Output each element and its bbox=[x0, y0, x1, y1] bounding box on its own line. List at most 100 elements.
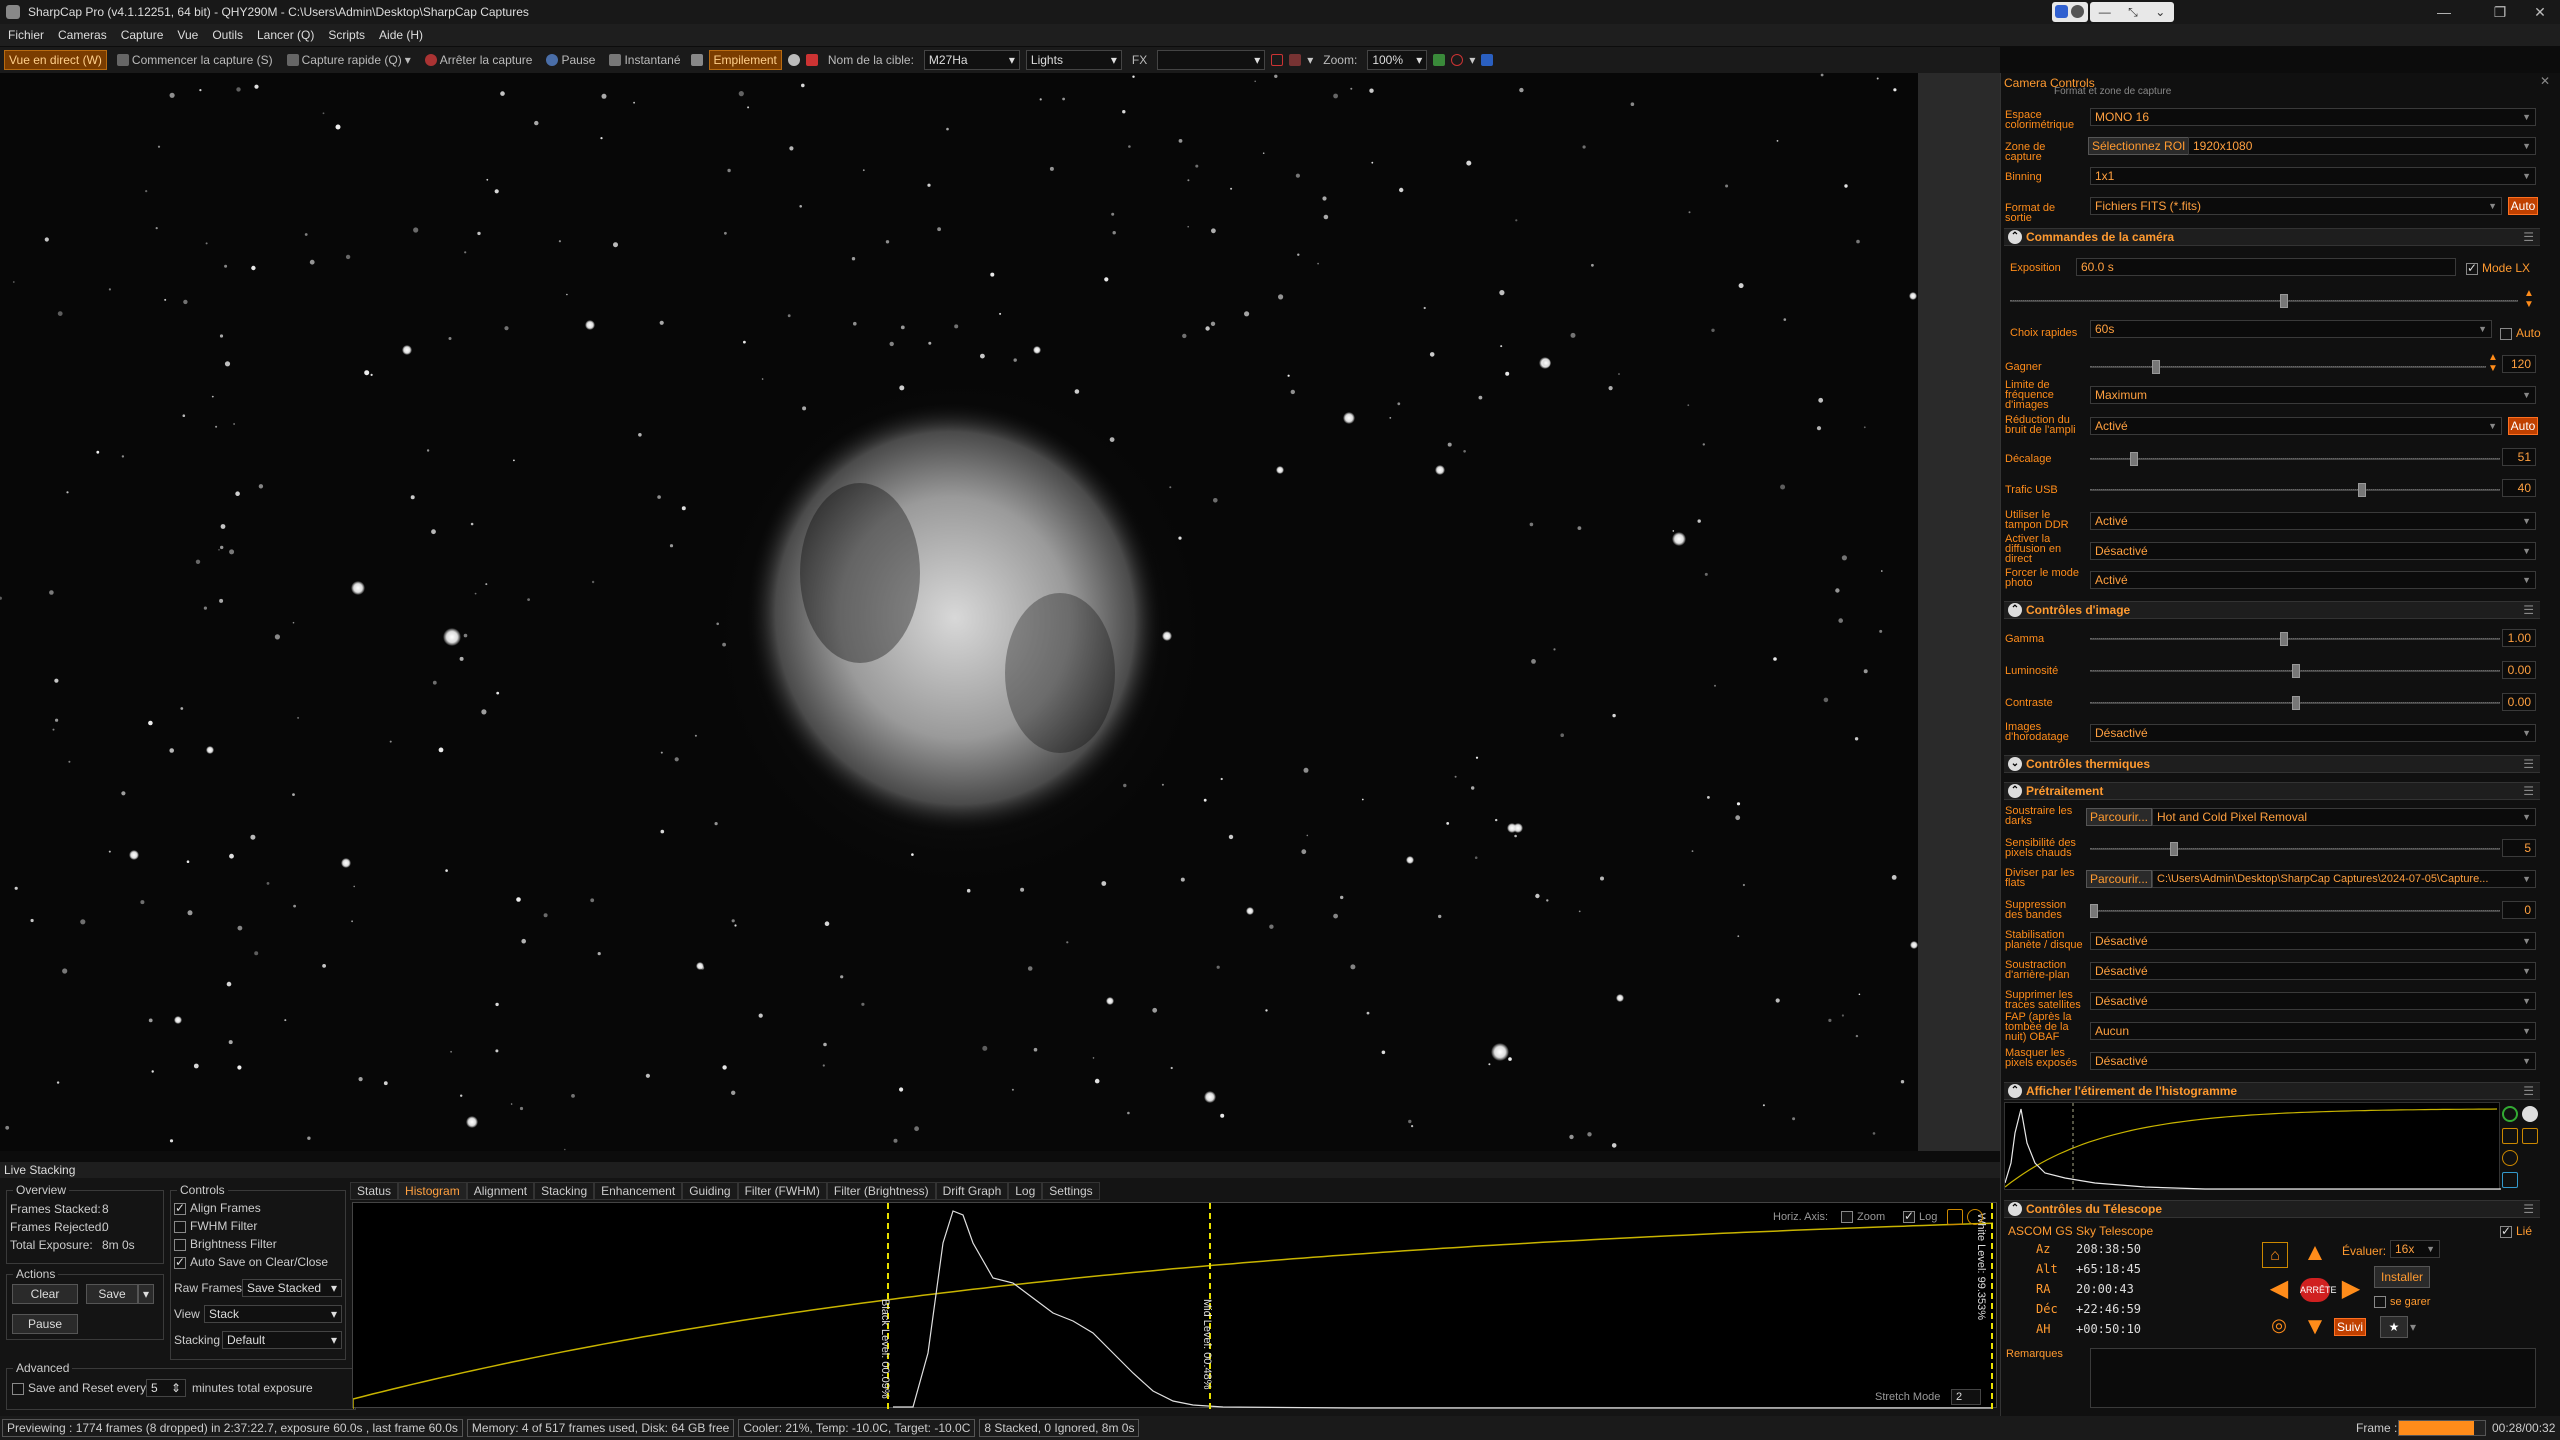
maximize-button[interactable]: ❐ bbox=[2480, 2, 2520, 22]
arrow-up-icon[interactable]: ▲ bbox=[2302, 1240, 2328, 1266]
quick-choices-select[interactable]: 60s ▼ bbox=[2090, 320, 2492, 338]
zoom-checkbox[interactable]: Zoom bbox=[1841, 1211, 1885, 1224]
section-thermal-controls[interactable]: ⌄ Contrôles thermiques ☰ bbox=[2004, 755, 2540, 773]
minimize-button[interactable]: — bbox=[2424, 2, 2464, 22]
histogram-icon[interactable] bbox=[1433, 54, 1446, 66]
save-icon[interactable] bbox=[2502, 1172, 2518, 1188]
menu-file[interactable]: Fichier bbox=[8, 28, 44, 42]
slider-thumb[interactable] bbox=[2358, 483, 2366, 497]
menu-scripts[interactable]: Scripts bbox=[328, 28, 365, 42]
mini-histogram[interactable] bbox=[2004, 1102, 2501, 1191]
arrow-left-icon[interactable]: ◀ bbox=[2266, 1276, 2292, 1302]
fap-select[interactable]: Aucun ▼ bbox=[2090, 1022, 2536, 1040]
home-icon[interactable]: ⌂ bbox=[2262, 1242, 2288, 1268]
section-camera-controls[interactable]: ⌃ Commandes de la caméra ☰ bbox=[2004, 228, 2540, 246]
live-stream-select[interactable]: Désactivé ▼ bbox=[2090, 542, 2536, 560]
arrow-down-icon[interactable]: ▼ bbox=[2302, 1314, 2328, 1340]
contrast-icon[interactable] bbox=[2522, 1106, 2538, 1122]
slider-thumb[interactable] bbox=[2280, 294, 2288, 308]
tab-stacking[interactable]: Stacking bbox=[534, 1182, 595, 1200]
save-button[interactable]: Save bbox=[86, 1284, 138, 1304]
gamma-slider[interactable] bbox=[2090, 632, 2500, 646]
zoom-select[interactable]: 100% ▾ bbox=[1367, 50, 1428, 70]
tray-icon[interactable] bbox=[2071, 5, 2084, 18]
tab-histogram[interactable]: Histogram bbox=[398, 1182, 467, 1200]
quick-capture-button[interactable]: Capture rapide (Q) ▾ bbox=[283, 51, 415, 69]
binning-select[interactable]: 1x1 ▼ bbox=[2090, 167, 2536, 185]
pause-button[interactable]: Pause bbox=[542, 51, 599, 69]
tab-enhancement[interactable]: Enhancement bbox=[594, 1182, 683, 1200]
banding-slider[interactable] bbox=[2090, 904, 2500, 918]
slider-thumb[interactable] bbox=[2292, 664, 2300, 678]
tab-filter-fwhm[interactable]: Filter (FWHM) bbox=[737, 1182, 827, 1200]
slider-thumb[interactable] bbox=[2130, 452, 2138, 466]
brightness-slider[interactable] bbox=[2090, 664, 2500, 678]
tab-log[interactable]: Log bbox=[1008, 1182, 1043, 1200]
section-preprocessing[interactable]: ⌃ Prétraitement ☰ bbox=[2004, 782, 2540, 800]
chevron-down-icon[interactable]: ▾ bbox=[405, 53, 411, 67]
tab-alignment[interactable]: Alignment bbox=[466, 1182, 535, 1200]
offset-slider[interactable] bbox=[2090, 452, 2500, 466]
reticle-icon[interactable] bbox=[1451, 54, 1464, 66]
brightness-filter-checkbox[interactable]: Brightness Filter bbox=[174, 1237, 277, 1251]
timestamp-select[interactable]: Désactivé ▼ bbox=[2090, 724, 2536, 742]
menu-cameras[interactable]: Cameras bbox=[58, 28, 107, 42]
chevron-down-icon[interactable]: ▾ bbox=[2410, 1320, 2416, 1334]
gear-icon[interactable] bbox=[1967, 1209, 1983, 1225]
menu-icon[interactable]: ☰ bbox=[2523, 757, 2534, 771]
select-roi-button[interactable]: Sélectionnez ROI bbox=[2088, 137, 2190, 155]
tray-icon[interactable] bbox=[2055, 5, 2068, 18]
menu-run[interactable]: Lancer (Q) bbox=[257, 28, 314, 42]
satellite-select[interactable]: Désactivé ▼ bbox=[2090, 992, 2536, 1010]
spinner-icon[interactable]: ▲ ▼ bbox=[2488, 352, 2498, 374]
star-icon[interactable]: ★ bbox=[2380, 1316, 2408, 1338]
quick-auto-checkbox[interactable]: Auto bbox=[2500, 326, 2541, 340]
expand-icon[interactable]: ⤡ bbox=[2128, 2, 2138, 22]
menu-icon[interactable]: ☰ bbox=[2523, 230, 2534, 244]
chevron-down-icon[interactable]: ▾ bbox=[1469, 53, 1475, 67]
section-telescope[interactable]: ⌃ Contrôles du Télescope ☰ bbox=[2004, 1200, 2540, 1218]
arrow-right-icon[interactable]: ▶ bbox=[2338, 1276, 2364, 1302]
mask-select[interactable]: Désactivé ▼ bbox=[2090, 1052, 2536, 1070]
hot-sensitivity-value[interactable]: 5 bbox=[2502, 839, 2536, 857]
park-checkbox[interactable]: se garer bbox=[2374, 1296, 2430, 1309]
background-select[interactable]: Désactivé ▼ bbox=[2090, 962, 2536, 980]
align-frames-checkbox[interactable]: Align Frames bbox=[174, 1201, 261, 1215]
capture-area-select[interactable]: 1920x1080 ▼ bbox=[2188, 137, 2536, 155]
brightness-value[interactable]: 0.00 bbox=[2502, 661, 2536, 679]
fwhm-filter-checkbox[interactable]: FWHM Filter bbox=[174, 1219, 257, 1233]
hot-sensitivity-slider[interactable] bbox=[2090, 842, 2500, 856]
ddr-select[interactable]: Activé ▼ bbox=[2090, 512, 2536, 530]
darks-browse-button[interactable]: Parcourir... bbox=[2086, 808, 2153, 826]
target-icon[interactable] bbox=[805, 54, 818, 66]
spinner-icon[interactable]: ▲ ▼ bbox=[2524, 288, 2534, 310]
start-capture-button[interactable]: Commencer la capture (S) bbox=[113, 51, 277, 69]
stabilisation-select[interactable]: Désactivé ▼ bbox=[2090, 932, 2536, 950]
lx-mode-checkbox[interactable]: Mode LX bbox=[2466, 261, 2530, 275]
contrast-value[interactable]: 0.00 bbox=[2502, 693, 2536, 711]
frame-type-select[interactable]: Lights ▾ bbox=[1025, 50, 1122, 70]
tab-drift-graph[interactable]: Drift Graph bbox=[935, 1182, 1009, 1200]
contrast-slider[interactable] bbox=[2090, 696, 2500, 710]
tab-status[interactable]: Status bbox=[350, 1182, 399, 1200]
log-checkbox[interactable]: Log bbox=[1903, 1209, 1937, 1224]
chevron-down-icon[interactable]: ⌄ bbox=[2155, 2, 2165, 22]
lightning-icon[interactable] bbox=[2502, 1128, 2518, 1144]
menu-tools[interactable]: Outils bbox=[212, 28, 243, 42]
stacking-select[interactable]: Default ▾ bbox=[222, 1331, 342, 1349]
menu-capture[interactable]: Capture bbox=[121, 28, 164, 42]
slider-thumb[interactable] bbox=[2170, 842, 2178, 856]
lightning-icon[interactable] bbox=[1947, 1209, 1963, 1225]
image-viewport[interactable] bbox=[0, 73, 1918, 1151]
crosshair-icon[interactable] bbox=[1289, 54, 1302, 66]
minimize-icon[interactable]: — bbox=[2099, 2, 2111, 22]
slider-thumb[interactable] bbox=[2090, 904, 2098, 918]
circle-icon[interactable] bbox=[787, 54, 800, 66]
live-view-button[interactable]: Vue en direct (W) bbox=[4, 50, 107, 70]
tab-filter-brightness[interactable]: Filter (Brightness) bbox=[826, 1182, 936, 1200]
target-name-input[interactable]: M27Ha ▾ bbox=[923, 50, 1020, 70]
banding-value[interactable]: 0 bbox=[2502, 901, 2536, 919]
section-histogram-stretch[interactable]: ⌃ Afficher l'étirement de l'histogramme ☰ bbox=[2004, 1082, 2540, 1100]
stack-histogram[interactable]: Black Level: 00.09% Mid Level: 00.48% Wh… bbox=[352, 1202, 1997, 1409]
usb-slider[interactable] bbox=[2090, 483, 2500, 497]
